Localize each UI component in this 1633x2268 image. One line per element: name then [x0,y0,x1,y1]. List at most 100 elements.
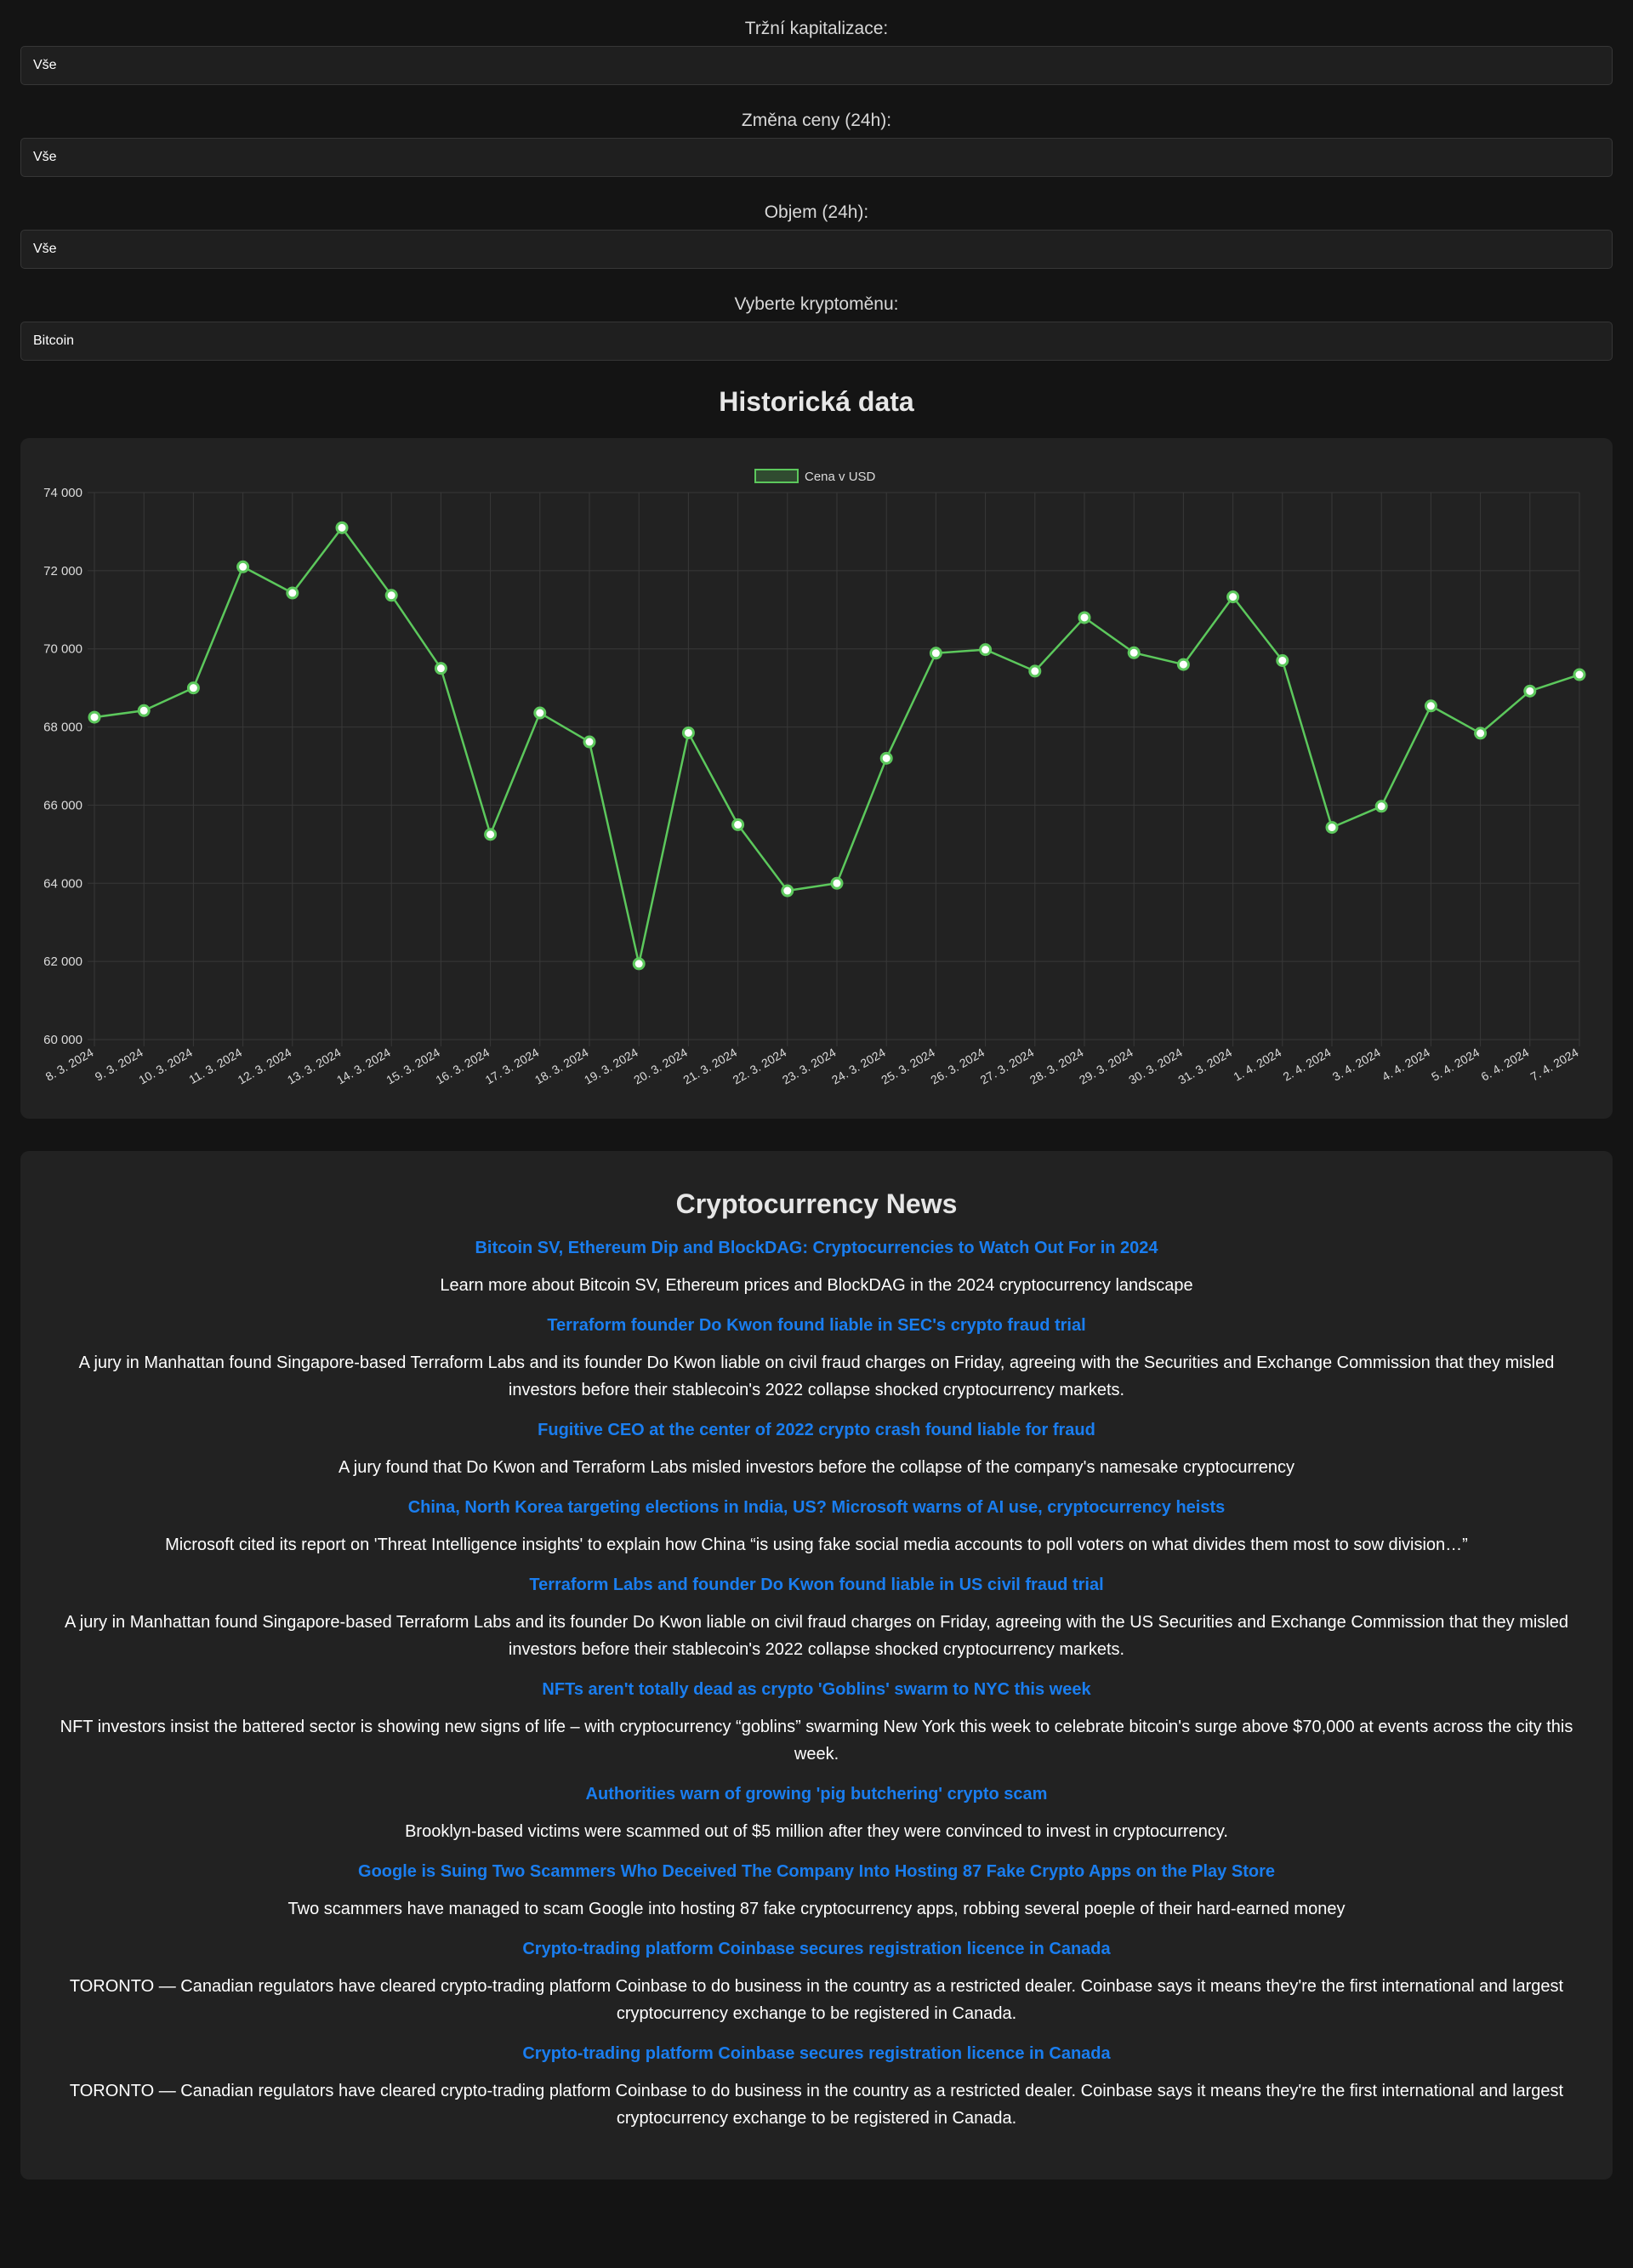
x-tick-label: 23. 3. 2024 [780,1046,839,1087]
news-item-description: Two scammers have managed to scam Google… [287,1900,1346,1918]
x-tick-label: 12. 3. 2024 [236,1046,294,1087]
data-point [781,884,794,898]
x-tick-label: 30. 3. 2024 [1126,1046,1185,1087]
x-tick-label: 14. 3. 2024 [334,1046,393,1087]
news-item-description: Learn more about Bitcoin SV, Ethereum pr… [440,1276,1193,1295]
x-tick-label: 18. 3. 2024 [532,1046,591,1087]
data-point [879,751,893,765]
data-point [384,589,398,602]
data-point [1127,646,1141,659]
data-point [1374,800,1388,813]
x-tick-label: 27. 3. 2024 [978,1046,1037,1087]
news-item-description: TORONTO — Canadian regulators have clear… [69,1977,1564,2023]
data-point [929,647,942,660]
news-item-link[interactable]: Crypto-trading platform Coinbase secures… [54,2044,1579,2064]
x-tick-label: 4. 4. 2024 [1380,1046,1432,1084]
x-tick-label: 24. 3. 2024 [829,1046,888,1087]
x-tick-label: 2. 4. 2024 [1281,1046,1334,1084]
news-item-description: A jury in Manhattan found Singapore-base… [78,1353,1555,1399]
x-tick-label: 8. 3. 2024 [43,1046,96,1084]
data-point [1325,821,1339,835]
volume-select[interactable]: Vše [20,230,1613,269]
x-tick-label: 31. 3. 2024 [1175,1046,1234,1087]
x-tick-label: 25. 3. 2024 [879,1046,937,1087]
filters-panel: Tržní kapitalizace: Vše Změna ceny (24h)… [0,0,1633,361]
y-tick-label: 74 000 [43,486,83,500]
volume-filter: Objem (24h): Vše [20,202,1613,269]
news-list: Bitcoin SV, Ethereum Dip and BlockDAG: C… [54,1239,1579,2132]
data-point [1276,653,1289,667]
legend-label: Cena v USD [805,470,876,484]
crypto-filter: Vyberte kryptoměnu: Bitcoin [20,294,1613,361]
x-tick-label: 10. 3. 2024 [136,1046,195,1087]
news-item-link[interactable]: China, North Korea targeting elections i… [54,1498,1579,1518]
history-chart-card: 74 000 72 000 70 000 68 000 66 000 64 000 62 0… [20,438,1613,1119]
x-tick-label: 16. 3. 2024 [433,1046,492,1087]
price-change-filter: Změna ceny (24h): Vše [20,111,1613,177]
data-point [979,643,993,657]
data-point [236,560,250,573]
data-point [1226,590,1240,604]
data-point [533,706,547,720]
news-item-link[interactable]: Fugitive CEO at the center of 2022 crypt… [54,1421,1579,1440]
data-point [1078,611,1091,624]
news-item-description: TORONTO — Canadian regulators have clear… [69,2082,1564,2128]
data-point [1176,658,1190,671]
x-tick-label: 5. 4. 2024 [1429,1046,1482,1084]
data-point [286,586,299,600]
market-cap-filter: Tržní kapitalizace: Vše [20,19,1613,85]
x-tick-label: 6. 4. 2024 [1478,1046,1531,1084]
data-point [1573,668,1586,681]
data-point [1028,664,1042,678]
x-tick-label: 20. 3. 2024 [631,1046,690,1087]
news-item-link[interactable]: NFTs aren't totally dead as crypto 'Gobl… [54,1680,1579,1700]
y-tick-label: 70 000 [43,642,83,657]
data-point [335,521,349,534]
data-point [632,957,646,971]
news-item-description: Brooklyn-based victims were scammed out … [405,1822,1228,1841]
history-title: Historická data [719,386,914,417]
y-tick-label: 72 000 [43,564,83,578]
market-cap-select[interactable]: Vše [20,46,1613,85]
data-point [681,726,695,739]
x-tick-label: 15. 3. 2024 [384,1046,442,1087]
y-tick-label: 62 000 [43,954,83,969]
news-item-link[interactable]: Authorities warn of growing 'pig butcher… [54,1785,1579,1804]
data-point [830,876,844,890]
data-point [583,735,596,749]
news-card: Cryptocurrency News Bitcoin SV, Ethereum… [20,1151,1613,2180]
y-tick-label: 60 000 [43,1033,83,1047]
data-point [1424,699,1437,713]
news-item-link[interactable]: Crypto-trading platform Coinbase secures… [54,1940,1579,1959]
x-tick-label: 7. 4. 2024 [1528,1046,1581,1084]
price-change-select[interactable]: Vše [20,138,1613,177]
volume-label: Objem (24h): [764,202,869,222]
x-tick-label: 1. 4. 2024 [1231,1046,1283,1084]
x-tick-label: 13. 3. 2024 [285,1046,344,1087]
data-point [1523,684,1537,698]
data-point [484,828,498,841]
news-item-link[interactable]: Terraform founder Do Kwon found liable i… [54,1316,1579,1336]
x-tick-label: 11. 3. 2024 [186,1046,244,1086]
y-tick-label: 64 000 [43,876,83,891]
news-item-link[interactable]: Google is Suing Two Scammers Who Deceive… [54,1862,1579,1882]
legend-swatch [754,469,799,483]
crypto-label: Vyberte kryptoměnu: [734,294,899,314]
news-item-description: A jury found that Do Kwon and Terraform … [338,1458,1295,1477]
y-tick-label: 66 000 [43,798,83,812]
x-tick-label: 21. 3. 2024 [680,1046,739,1087]
data-point [137,704,151,717]
x-tick-label: 22. 3. 2024 [731,1046,789,1087]
news-item-link[interactable]: Terraform Labs and founder Do Kwon found… [54,1576,1579,1595]
news-item-description: A jury in Manhattan found Singapore-base… [65,1613,1568,1659]
price-change-label: Změna ceny (24h): [741,111,892,130]
crypto-select[interactable]: Bitcoin [20,322,1613,361]
x-tick-label: 3. 4. 2024 [1330,1046,1383,1084]
y-tick-label: 68 000 [43,721,83,735]
data-point [434,662,447,675]
news-item-link[interactable]: Bitcoin SV, Ethereum Dip and BlockDAG: C… [54,1239,1579,1258]
data-point [731,818,745,831]
market-cap-label: Tržní kapitalizace: [744,19,889,38]
x-tick-label: 29. 3. 2024 [1077,1046,1135,1087]
price-chart: 74 000 72 000 70 000 68 000 66 000 64 000 62 0… [43,469,1586,1087]
